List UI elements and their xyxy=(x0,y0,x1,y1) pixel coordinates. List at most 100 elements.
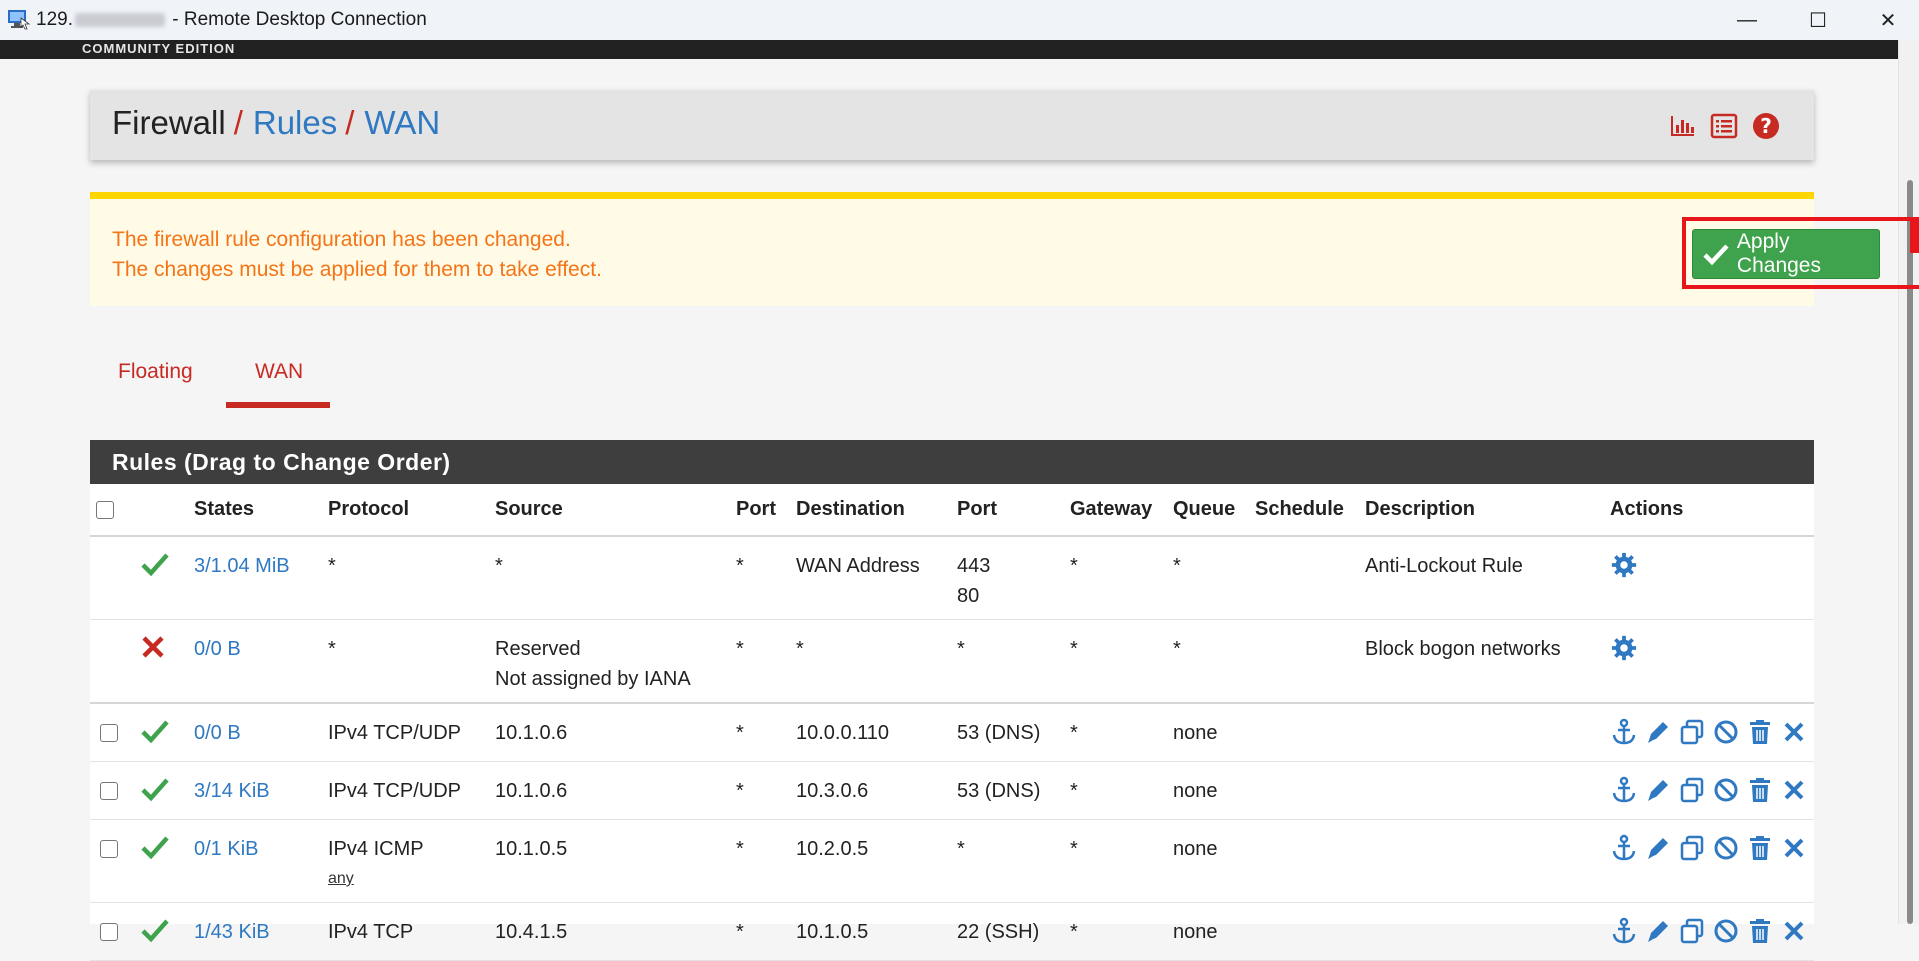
close-window-button[interactable]: ✕ xyxy=(1857,0,1919,40)
copy-icon[interactable] xyxy=(1678,718,1706,746)
schedule-cell xyxy=(1249,761,1359,820)
anchor-icon[interactable] xyxy=(1610,834,1638,862)
alert-line-1: The firewall rule configuration has been… xyxy=(112,228,571,251)
row-checkbox[interactable] xyxy=(100,840,118,858)
help-icon[interactable]: ? xyxy=(1752,112,1780,140)
tab-wan[interactable]: WAN xyxy=(255,360,303,384)
col-schedule[interactable]: Schedule xyxy=(1249,484,1359,537)
check-icon xyxy=(1703,244,1729,266)
select-all-checkbox[interactable] xyxy=(96,500,114,519)
list-icon[interactable] xyxy=(1710,112,1738,140)
rule-status xyxy=(134,619,188,704)
table-row[interactable]: 3/14 KiB IPv4 TCP/UDP 10.1.0.6 * 10.3.0.6 53 … xyxy=(90,761,1814,820)
disable-icon[interactable] xyxy=(1712,834,1740,862)
edit-pencil-icon[interactable] xyxy=(1644,776,1672,804)
rule-status xyxy=(134,703,188,762)
states-link[interactable]: 0/1 KiB xyxy=(194,838,258,860)
source-port-cell: * xyxy=(730,902,790,961)
trash-icon[interactable] xyxy=(1746,718,1774,746)
col-destination[interactable]: Destination xyxy=(790,484,951,537)
col-protocol[interactable]: Protocol xyxy=(322,484,489,537)
col-actions: Actions xyxy=(1604,484,1814,537)
copy-icon[interactable] xyxy=(1678,917,1706,945)
col-source[interactable]: Source xyxy=(489,484,730,537)
disable-icon[interactable] xyxy=(1712,917,1740,945)
copy-icon[interactable] xyxy=(1678,776,1706,804)
col-gateway[interactable]: Gateway xyxy=(1064,484,1167,537)
row-checkbox[interactable] xyxy=(100,923,118,941)
anchor-icon[interactable] xyxy=(1610,718,1638,746)
table-row[interactable]: 0/0 B IPv4 TCP/UDP 10.1.0.6 * 10.0.0.110 53 (… xyxy=(90,703,1814,762)
copy-icon[interactable] xyxy=(1678,834,1706,862)
destination-port-2: 80 xyxy=(957,585,980,607)
gear-icon[interactable] xyxy=(1610,634,1638,662)
rules-heading: Rules (Drag to Change Order) xyxy=(90,440,1814,484)
destination-cell: * xyxy=(790,619,951,704)
edit-pencil-icon[interactable] xyxy=(1644,718,1672,746)
row-actions xyxy=(1610,917,1808,945)
step-badge: 7 xyxy=(1910,217,1919,253)
destination-cell: 10.0.0.110 xyxy=(790,703,951,762)
col-destination-port[interactable]: Port xyxy=(951,484,1064,537)
schedule-cell xyxy=(1249,703,1359,762)
destination-port-cell: 53 (DNS) xyxy=(957,780,1041,802)
breadcrumb-wan-link[interactable]: WAN xyxy=(364,104,440,141)
vertical-scrollbar[interactable] xyxy=(1898,40,1919,924)
window-title: 129. - Remote Desktop Connection xyxy=(36,9,427,30)
schedule-cell xyxy=(1249,536,1359,620)
gear-icon[interactable] xyxy=(1610,551,1638,579)
trash-icon[interactable] xyxy=(1746,776,1774,804)
edit-pencil-icon[interactable] xyxy=(1644,834,1672,862)
anchor-icon[interactable] xyxy=(1610,917,1638,945)
breadcrumb-icons: ? xyxy=(1668,112,1780,140)
apply-changes-button[interactable]: Apply Changes xyxy=(1692,229,1880,279)
destination-port-cell: 53 (DNS) xyxy=(957,722,1041,744)
schedule-cell xyxy=(1249,902,1359,961)
queue-cell: none xyxy=(1167,761,1249,820)
gateway-cell: * xyxy=(1064,619,1167,704)
protocol-cell: IPv4 TCP/UDP xyxy=(328,722,461,744)
edit-pencil-icon[interactable] xyxy=(1644,917,1672,945)
bar-chart-icon[interactable] xyxy=(1668,112,1696,140)
table-row[interactable]: 0/0 B * Reserved Not assigned by IANA * * * * * B… xyxy=(90,619,1814,704)
breadcrumb-rules-link[interactable]: Rules xyxy=(253,104,337,141)
tab-floating[interactable]: Floating xyxy=(118,360,193,384)
rules-table: States Protocol Source Port Destination … xyxy=(90,484,1814,961)
trash-icon[interactable] xyxy=(1746,917,1774,945)
disable-icon[interactable] xyxy=(1712,718,1740,746)
maximize-button[interactable]: ☐ xyxy=(1787,0,1849,40)
delete-x-icon[interactable] xyxy=(1780,834,1808,862)
anchor-icon[interactable] xyxy=(1610,776,1638,804)
table-row[interactable]: 0/1 KiB IPv4 ICMP any 10.1.0.5 * 10.2.0.5 * * no… xyxy=(90,819,1814,903)
states-link[interactable]: 3/14 KiB xyxy=(194,780,270,802)
breadcrumb-separator: / xyxy=(345,104,355,141)
disable-icon[interactable] xyxy=(1712,776,1740,804)
queue-cell: none xyxy=(1167,902,1249,961)
scrollbar-thumb[interactable] xyxy=(1907,180,1913,924)
states-link[interactable]: 0/0 B xyxy=(194,638,241,660)
states-link[interactable]: 0/0 B xyxy=(194,722,241,744)
delete-x-icon[interactable] xyxy=(1780,776,1808,804)
delete-x-icon[interactable] xyxy=(1780,917,1808,945)
schedule-cell xyxy=(1249,619,1359,704)
gateway-cell: * xyxy=(1064,819,1167,903)
destination-cell: WAN Address xyxy=(790,536,951,620)
table-row[interactable]: 3/1.04 MiB * * * WAN Address 443 80 * * Anti-Lock… xyxy=(90,536,1814,620)
states-link[interactable]: 3/1.04 MiB xyxy=(194,555,290,577)
minimize-button[interactable]: — xyxy=(1716,0,1778,40)
delete-x-icon[interactable] xyxy=(1780,718,1808,746)
row-checkbox[interactable] xyxy=(100,724,118,742)
trash-icon[interactable] xyxy=(1746,834,1774,862)
states-link[interactable]: 1/43 KiB xyxy=(194,921,270,943)
col-queue[interactable]: Queue xyxy=(1167,484,1249,537)
table-row[interactable]: 1/43 KiB IPv4 TCP 10.4.1.5 * 10.1.0.5 22 (SSH… xyxy=(90,902,1814,961)
col-states[interactable]: States xyxy=(188,484,322,537)
col-source-port[interactable]: Port xyxy=(730,484,790,537)
col-description[interactable]: Description xyxy=(1359,484,1604,537)
row-actions xyxy=(1610,834,1808,862)
row-checkbox[interactable] xyxy=(100,782,118,800)
source-port-cell: * xyxy=(730,819,790,903)
row-actions xyxy=(1610,634,1808,662)
schedule-cell xyxy=(1249,819,1359,903)
block-x-icon xyxy=(142,636,164,658)
